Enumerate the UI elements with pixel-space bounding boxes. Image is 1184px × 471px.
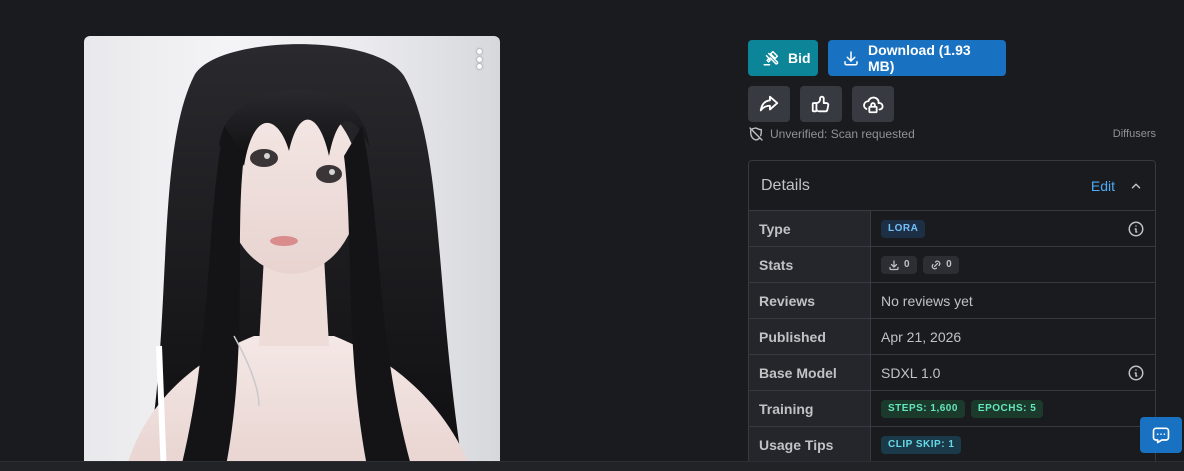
row-label: Stats bbox=[749, 247, 871, 282]
row-label: Training bbox=[749, 391, 871, 426]
cloud-lock-icon bbox=[863, 96, 884, 114]
download-icon bbox=[844, 51, 858, 66]
portrait-illustration bbox=[125, 44, 472, 471]
model-preview-image[interactable] bbox=[84, 36, 500, 471]
bid-label: Bid bbox=[788, 50, 811, 66]
details-row-reviews: Reviews No reviews yet bbox=[749, 283, 1155, 319]
info-icon[interactable] bbox=[1127, 220, 1145, 238]
details-row-usage-tips: Usage Tips CLIP SKIP: 1 bbox=[749, 427, 1155, 463]
chevron-up-icon[interactable] bbox=[1129, 179, 1143, 193]
cloud-lock-button[interactable] bbox=[852, 86, 894, 122]
gavel-icon bbox=[763, 50, 779, 66]
scan-status-text: Unverified: Scan requested bbox=[770, 127, 915, 141]
shield-off-icon bbox=[749, 127, 763, 141]
library-label: Diffusers bbox=[1112, 128, 1156, 140]
row-label: Usage Tips bbox=[749, 427, 871, 462]
chat-button[interactable] bbox=[1140, 417, 1182, 453]
link-icon bbox=[931, 260, 941, 269]
reviews-value: No reviews yet bbox=[881, 292, 973, 309]
details-header[interactable]: Details Edit bbox=[749, 161, 1155, 211]
chat-icon bbox=[1152, 427, 1170, 444]
edit-link[interactable]: Edit bbox=[1091, 178, 1115, 194]
steps-badge: STEPS: 1,600 bbox=[881, 399, 965, 418]
links-stat: 0 bbox=[923, 255, 960, 274]
details-row-stats: Stats 0 0 bbox=[749, 247, 1155, 283]
details-row-type: Type LORA bbox=[749, 211, 1155, 247]
download-icon bbox=[889, 259, 899, 270]
info-icon[interactable] bbox=[1127, 364, 1145, 382]
download-label: Download (1.93 MB) bbox=[868, 42, 971, 74]
share-button[interactable] bbox=[748, 86, 790, 122]
download-button[interactable]: Download (1.93 MB) bbox=[828, 40, 1006, 76]
details-row-training: Training STEPS: 1,600 EPOCHS: 5 bbox=[749, 391, 1155, 427]
clip-skip-badge: CLIP SKIP: 1 bbox=[881, 435, 962, 454]
bid-button[interactable]: Bid bbox=[748, 40, 818, 76]
row-label: Base Model bbox=[749, 355, 871, 390]
share-icon bbox=[759, 95, 779, 112]
published-value: Apr 21, 2026 bbox=[881, 328, 962, 345]
row-label: Type bbox=[749, 211, 871, 246]
downloads-stat: 0 bbox=[881, 255, 918, 274]
bottom-bar bbox=[0, 461, 1184, 471]
epochs-badge: EPOCHS: 5 bbox=[970, 399, 1044, 418]
thumb-up-icon bbox=[811, 95, 830, 113]
row-label: Reviews bbox=[749, 283, 871, 318]
details-title: Details bbox=[761, 176, 810, 194]
row-label: Published bbox=[749, 319, 871, 354]
like-button[interactable] bbox=[800, 86, 842, 122]
downloads-count: 0 bbox=[904, 258, 911, 270]
links-count: 0 bbox=[946, 258, 953, 270]
base-model-value: SDXL 1.0 bbox=[881, 364, 941, 381]
more-options-icon[interactable] bbox=[472, 46, 486, 72]
details-panel: Details Edit Type LORA Stats 0 0 Reviews… bbox=[748, 160, 1156, 471]
type-badge: LORA bbox=[881, 219, 926, 238]
details-row-published: Published Apr 21, 2026 bbox=[749, 319, 1155, 355]
scan-status: Unverified: Scan requested bbox=[748, 126, 915, 142]
details-row-base-model: Base Model SDXL 1.0 bbox=[749, 355, 1155, 391]
